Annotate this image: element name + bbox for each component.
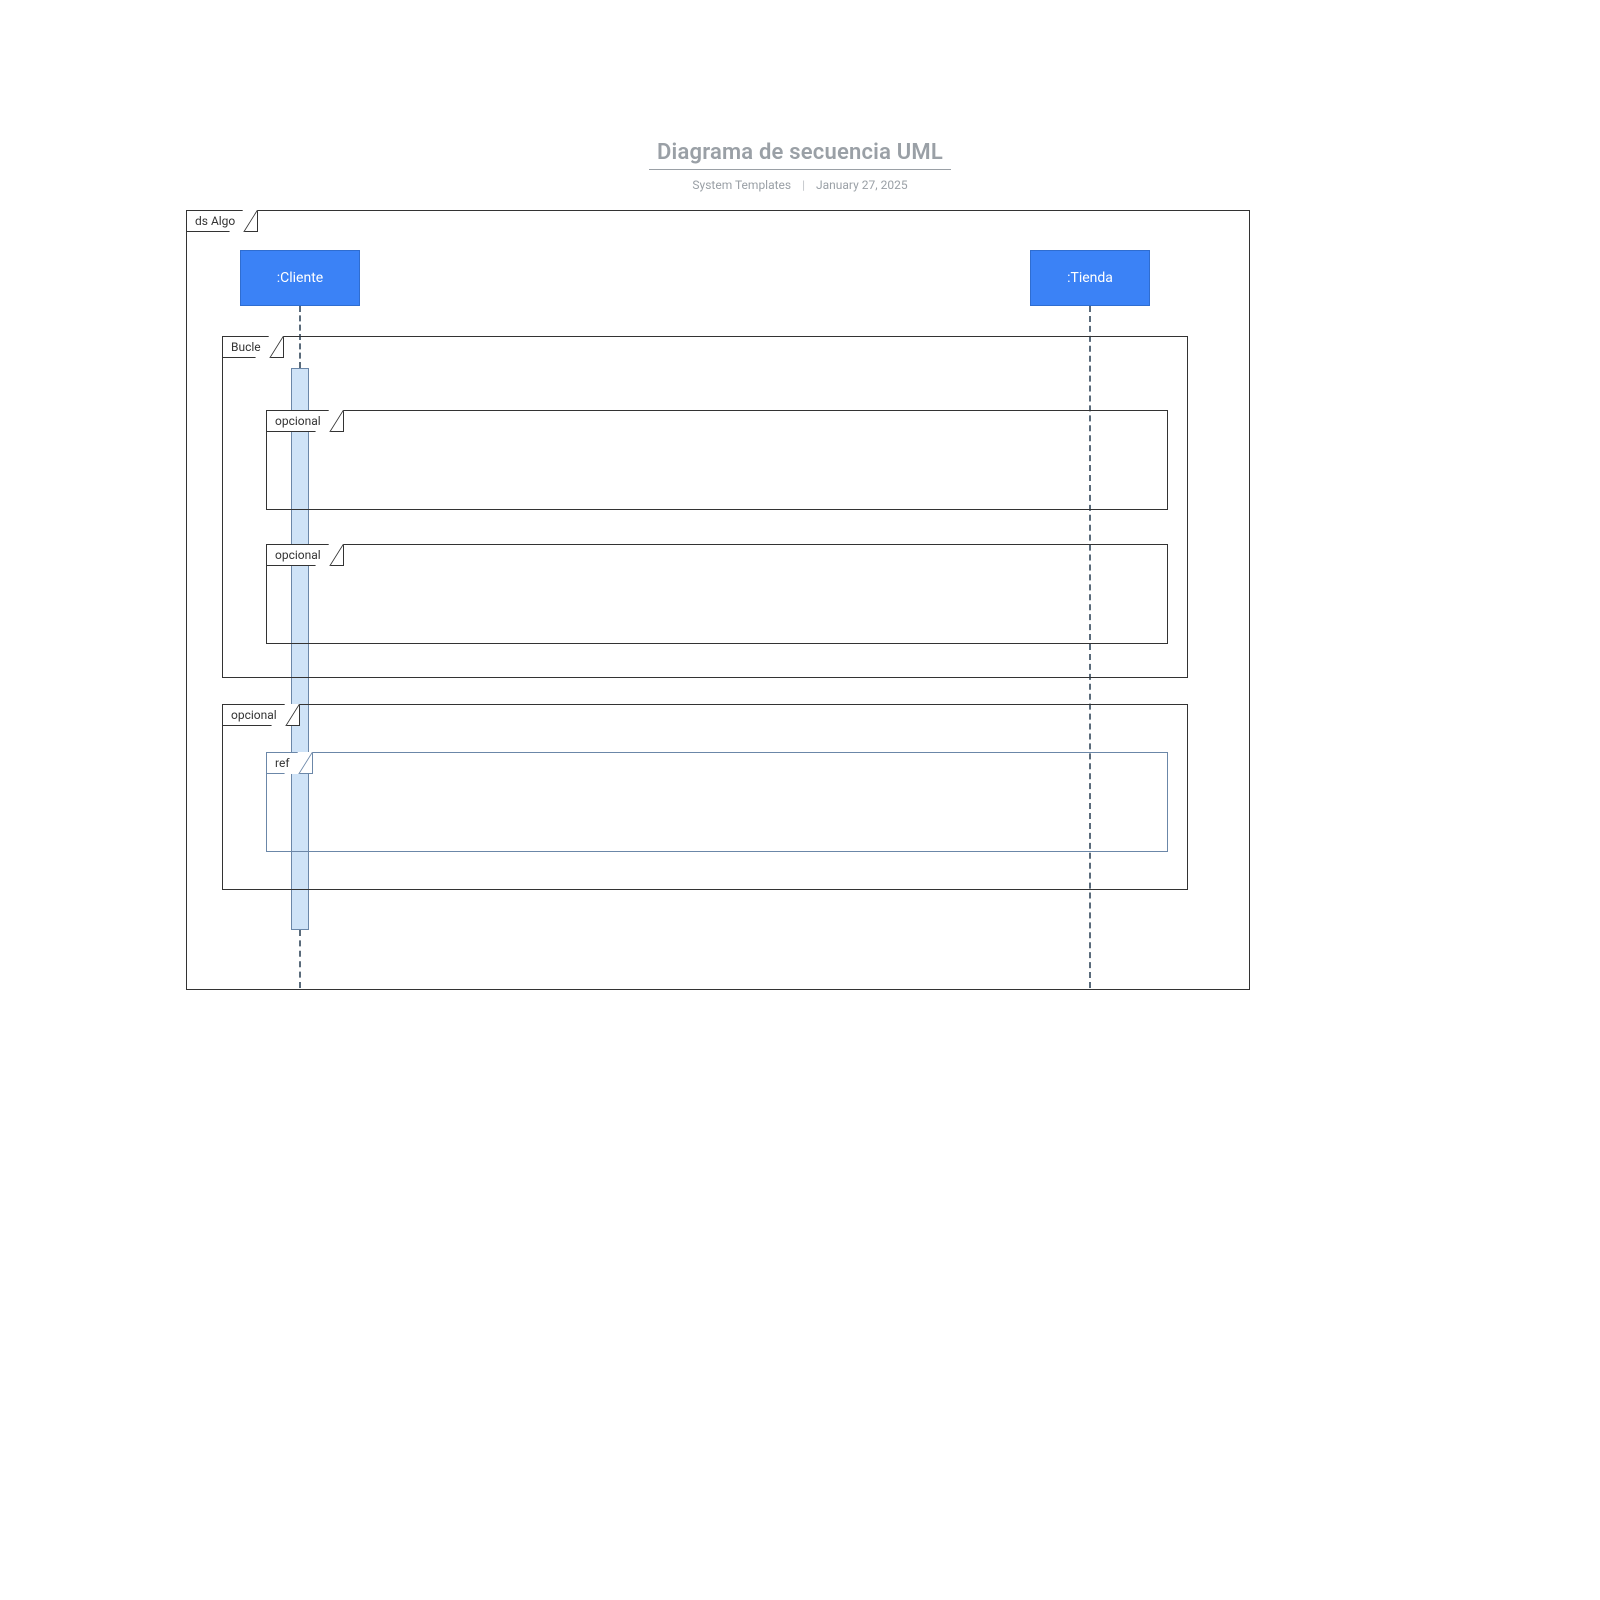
lifeline-store-head[interactable]: :Tienda [1030, 250, 1150, 306]
frame-opt2-label: opcional [275, 548, 321, 562]
frame-ref-tab: ref [266, 752, 313, 774]
frame-loop-tab: Bucle [222, 336, 284, 358]
title-block: Diagrama de secuencia UML System Templat… [0, 140, 1600, 192]
frame-opt1-tab: opcional [266, 410, 344, 432]
subtitle-author: System Templates [692, 178, 791, 192]
frame-loop-label: Bucle [231, 340, 261, 354]
frame-opt2-tab: opcional [266, 544, 344, 566]
frame-outer-label: ds Algo [195, 214, 235, 228]
lifeline-client-head[interactable]: :Cliente [240, 250, 360, 306]
frame-outer-tab: ds Algo [186, 210, 258, 232]
frame-opt3-tab: opcional [222, 704, 300, 726]
diagram-canvas: Diagrama de secuencia UML System Templat… [0, 0, 1600, 1600]
frame-ref-label: ref [275, 756, 290, 770]
frame-opt3-label: opcional [231, 708, 277, 722]
subtitle-date: January 27, 2025 [816, 178, 908, 192]
lifeline-store-label: :Tienda [1067, 270, 1113, 286]
lifeline-client-label: :Cliente [277, 270, 323, 286]
frame-ref[interactable]: ref [266, 752, 1168, 852]
frame-opt1-label: opcional [275, 414, 321, 428]
subtitle-separator: | [802, 178, 805, 192]
lifeline-client-line-bottom [299, 930, 301, 988]
frame-opt1[interactable]: opcional [266, 410, 1168, 510]
frame-opt2[interactable]: opcional [266, 544, 1168, 644]
diagram-subtitle: System Templates | January 27, 2025 [0, 178, 1600, 192]
diagram-title: Diagrama de secuencia UML [649, 140, 951, 170]
